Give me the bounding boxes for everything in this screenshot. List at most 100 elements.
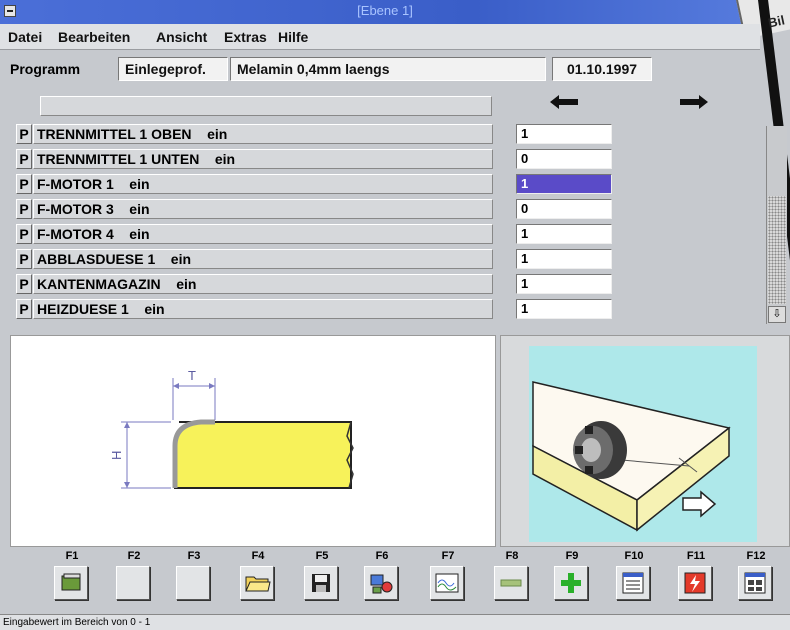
- parameter-row[interactable]: P ABBLASDUESE 1 ein: [16, 249, 493, 269]
- milling-tool-illustration: [532, 381, 731, 532]
- parameter-p-button[interactable]: P: [16, 199, 32, 219]
- minus-icon: [500, 579, 522, 587]
- parameter-p-button[interactable]: P: [16, 174, 32, 194]
- parameter-value-input[interactable]: 0: [516, 199, 612, 219]
- program-date-field[interactable]: 01.10.1997: [552, 57, 652, 81]
- fkey-label: F5: [315, 550, 329, 562]
- parameter-row[interactable]: P TRENNMITTEL 1 UNTEN ein: [16, 149, 493, 169]
- parameter-p-button[interactable]: P: [16, 249, 32, 269]
- parameter-value-input[interactable]: 1: [516, 299, 612, 319]
- arrow-left-icon[interactable]: [550, 94, 578, 110]
- fkey-f3-button[interactable]: [176, 566, 210, 600]
- machine-preview-panel: [500, 335, 790, 547]
- book-icon: [61, 573, 81, 591]
- dimension-t-label: T: [188, 368, 196, 383]
- menu-bearbeiten[interactable]: Bearbeiten: [58, 29, 130, 45]
- menu-hilfe[interactable]: Hilfe: [278, 29, 308, 45]
- fkey-f10: F10: [604, 550, 664, 610]
- profile-drawing: T H: [10, 335, 496, 547]
- parameter-row[interactable]: P F-MOTOR 3 ein: [16, 199, 493, 219]
- scrollbar-thumb[interactable]: [768, 196, 786, 304]
- dimension-h-label: H: [109, 451, 124, 460]
- fkey-f2: F2: [104, 550, 164, 610]
- menu-ansicht[interactable]: Ansicht: [156, 29, 207, 45]
- wave-chart-icon: [435, 573, 459, 593]
- fkey-label: F8: [505, 550, 519, 562]
- parameter-label: HEIZDUESE 1 ein: [33, 299, 493, 319]
- vertical-scrollbar[interactable]: ⇩: [766, 126, 787, 324]
- parameter-p-button[interactable]: P: [16, 224, 32, 244]
- fkey-f3: F3: [164, 550, 224, 610]
- parameter-value-input[interactable]: 1: [516, 274, 612, 294]
- edge-profile-diagram: T H: [109, 368, 354, 489]
- fkey-f6: F6: [352, 550, 412, 610]
- arrow-right-icon[interactable]: [680, 94, 708, 110]
- fkey-f4: F4: [228, 550, 288, 610]
- menu-extras[interactable]: Extras: [224, 29, 267, 45]
- parameter-value-input[interactable]: 1: [516, 124, 612, 144]
- value-column: 1 0 1 0 1 1 1 1: [506, 88, 762, 328]
- program-row: Programm Einlegeprof. Melamin 0,4mm laen…: [10, 57, 750, 83]
- program-label: Programm: [10, 61, 81, 77]
- parameter-label: KANTENMAGAZIN ein: [33, 274, 493, 294]
- parameter-p-button[interactable]: P: [16, 299, 32, 319]
- parameter-row[interactable]: P F-MOTOR 1 ein: [16, 174, 493, 194]
- parameter-p-button[interactable]: P: [16, 274, 32, 294]
- parameter-header: [40, 96, 492, 116]
- tools-icon: [370, 574, 393, 594]
- fkey-f5-button[interactable]: [304, 566, 338, 600]
- fkey-label: F6: [375, 550, 389, 562]
- menu-datei[interactable]: Datei: [8, 29, 42, 45]
- function-key-bar: F1 F2 F3 F4 F5 F6 F7 F8 F9 F10 F11 F12: [0, 550, 790, 614]
- parameter-row[interactable]: P HEIZDUESE 1 ein: [16, 299, 493, 319]
- fkey-f9-button[interactable]: [554, 566, 588, 600]
- parameter-row[interactable]: P KANTENMAGAZIN ein: [16, 274, 493, 294]
- fkey-label: F11: [686, 550, 706, 562]
- parameter-row[interactable]: P F-MOTOR 4 ein: [16, 224, 493, 244]
- parameter-label: F-MOTOR 3 ein: [33, 199, 493, 219]
- fkey-label: F3: [187, 550, 201, 562]
- fkey-label: F10: [624, 550, 644, 562]
- fkey-label: F1: [65, 550, 79, 562]
- parameter-value-input[interactable]: 1: [516, 224, 612, 244]
- list-window-icon: [622, 572, 644, 594]
- fkey-f8: F8: [482, 550, 542, 610]
- parameter-value-input[interactable]: 1: [516, 249, 612, 269]
- fkey-f12-button[interactable]: [738, 566, 772, 600]
- fkey-f8-button[interactable]: [494, 566, 528, 600]
- fkey-label: F4: [251, 550, 265, 562]
- parameter-label: ABBLASDUESE 1 ein: [33, 249, 493, 269]
- parameter-row[interactable]: P TRENNMITTEL 1 OBEN ein: [16, 124, 493, 144]
- parameter-label: F-MOTOR 4 ein: [33, 224, 493, 244]
- fkey-f1-button[interactable]: [54, 566, 88, 600]
- fkey-f2-button[interactable]: [116, 566, 150, 600]
- fkey-f7-button[interactable]: [430, 566, 464, 600]
- plus-icon: [561, 573, 581, 593]
- parameter-p-button[interactable]: P: [16, 124, 32, 144]
- window-title: [Ebene 1]: [357, 3, 413, 18]
- parameter-value-input[interactable]: 1: [516, 174, 612, 194]
- open-folder-icon: [245, 576, 271, 592]
- machine-preview: [529, 346, 757, 542]
- fkey-label: F12: [746, 550, 766, 562]
- fkey-f5: F5: [292, 550, 352, 610]
- floppy-disk-icon: [312, 574, 330, 592]
- menu-bar: Datei Bearbeiten Ansicht Extras Hilfe: [0, 24, 760, 50]
- fkey-label: F9: [565, 550, 579, 562]
- fkey-f11: F11: [666, 550, 726, 610]
- fkey-f4-button[interactable]: [240, 566, 274, 600]
- fkey-f12: F12: [726, 550, 786, 610]
- program-description-field[interactable]: Melamin 0,4mm laengs: [230, 57, 546, 81]
- fkey-f10-button[interactable]: [616, 566, 650, 600]
- grid-window-icon: [744, 572, 766, 594]
- lightning-stop-icon: [684, 572, 706, 594]
- parameter-value-input[interactable]: 0: [516, 149, 612, 169]
- scroll-down-icon[interactable]: ⇩: [768, 306, 786, 323]
- parameter-p-button[interactable]: P: [16, 149, 32, 169]
- program-type-field[interactable]: Einlegeprof.: [118, 57, 228, 81]
- fkey-f9: F9: [542, 550, 602, 610]
- fkey-f6-button[interactable]: [364, 566, 398, 600]
- parameter-label: TRENNMITTEL 1 OBEN ein: [33, 124, 493, 144]
- parameter-label: F-MOTOR 1 ein: [33, 174, 493, 194]
- fkey-f11-button[interactable]: [678, 566, 712, 600]
